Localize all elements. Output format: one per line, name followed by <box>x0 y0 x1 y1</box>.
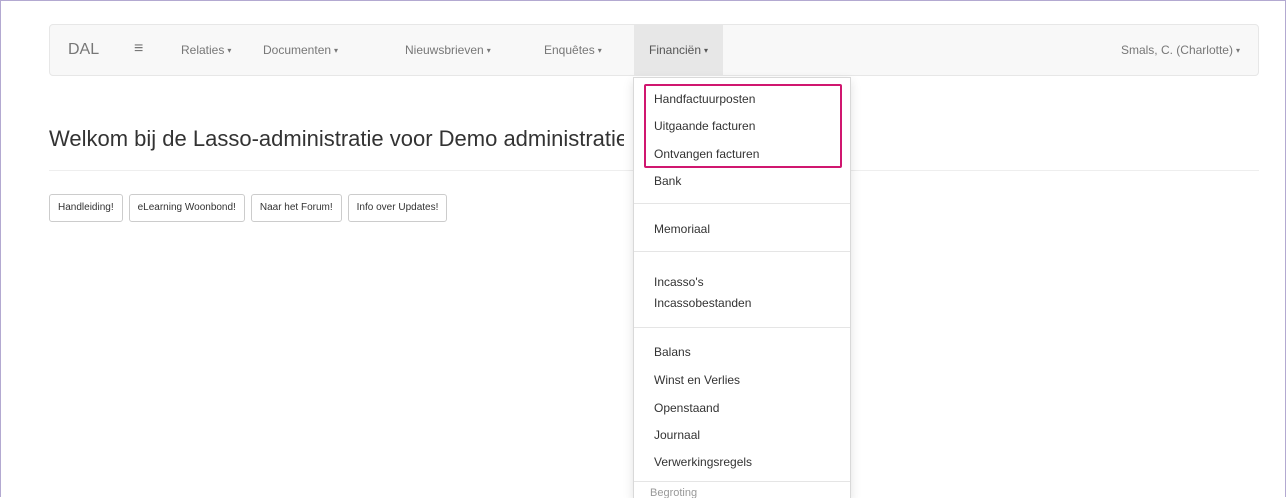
caret-down-icon: ▾ <box>486 45 491 55</box>
menu-divider <box>634 327 850 328</box>
menu-item-incassobestanden[interactable]: Incassobestanden <box>654 295 751 311</box>
page-title: Welkom bij de Lasso-administratie voor D… <box>49 126 624 151</box>
menu-item-verwerkingsregels[interactable]: Verwerkingsregels <box>654 454 752 470</box>
caret-down-icon: ▾ <box>704 45 709 55</box>
caret-down-icon: ▾ <box>227 45 232 55</box>
updates-button[interactable]: Info over Updates! <box>347 194 448 222</box>
menu-item-journaal[interactable]: Journaal <box>654 427 700 443</box>
menu-item-openstaand[interactable]: Openstaand <box>654 400 719 416</box>
nav-enquetes[interactable]: Enquêtes ▾ <box>544 25 602 75</box>
user-menu[interactable]: Smals, C. (Charlotte) ▾ <box>1121 25 1240 75</box>
nav-documenten[interactable]: Documenten ▾ <box>263 25 338 75</box>
nav-enquetes-label: Enquêtes <box>544 43 595 57</box>
top-navbar: DAL ≡ Relaties ▾ Documenten ▾ Nieuwsbrieve… <box>49 24 1259 76</box>
caret-down-icon: ▾ <box>1235 45 1240 55</box>
nav-nieuwsbrieven-label: Nieuwsbrieven <box>405 43 484 57</box>
brand-link[interactable]: DAL <box>68 25 99 75</box>
nav-relaties[interactable]: Relaties ▾ <box>181 25 231 75</box>
menu-item-winst-en-verlies[interactable]: Winst en Verlies <box>654 372 740 388</box>
hamburger-menu-icon[interactable]: ≡ <box>134 25 143 75</box>
user-name: Smals, C. (Charlotte) <box>1120 43 1233 57</box>
caret-down-icon: ▾ <box>334 45 339 55</box>
financien-dropdown: Handfactuurposten Uitgaande facturen Ont… <box>633 77 851 498</box>
menu-divider <box>634 203 850 204</box>
menu-item-uitgaande-facturen[interactable]: Uitgaande facturen <box>654 118 755 134</box>
caret-down-icon: ▾ <box>597 45 602 55</box>
nav-documenten-label: Documenten <box>263 43 332 57</box>
handleiding-button[interactable]: Handleiding! <box>49 194 123 222</box>
forum-button[interactable]: Naar het Forum! <box>250 194 342 222</box>
menu-divider <box>634 251 850 252</box>
quick-links: Handleiding! eLearning Woonbond! Naar he… <box>49 194 448 222</box>
menu-item-memoriaal[interactable]: Memoriaal <box>654 221 710 237</box>
menu-divider <box>634 481 850 482</box>
menu-item-incassos[interactable]: Incasso's <box>654 274 704 290</box>
menu-item-bank[interactable]: Bank <box>654 173 681 189</box>
menu-item-balans[interactable]: Balans <box>654 344 691 360</box>
menu-item-ontvangen-facturen[interactable]: Ontvangen facturen <box>654 146 759 162</box>
menu-section-header: Begroting <box>650 487 698 498</box>
nav-nieuwsbrieven[interactable]: Nieuwsbrieven ▾ <box>405 25 491 75</box>
nav-financien-label: Financiën <box>649 43 702 57</box>
menu-item-handfactuurposten[interactable]: Handfactuurposten <box>654 91 755 107</box>
nav-financien[interactable]: Financiën ▾ <box>634 25 724 75</box>
elearning-button[interactable]: eLearning Woonbond! <box>128 194 245 222</box>
nav-relaties-label: Relaties <box>181 43 225 57</box>
